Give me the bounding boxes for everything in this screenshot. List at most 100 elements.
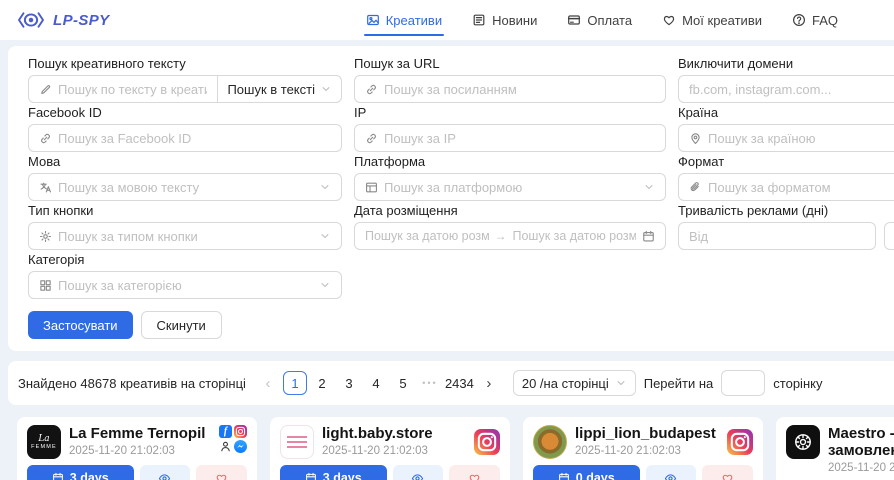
- layout-icon: [365, 181, 378, 194]
- avatar-text: FEMME: [31, 444, 57, 450]
- creative-card-maestro[interactable]: Maestro - кухні, ме замовлення в Ужго 20…: [776, 417, 894, 480]
- page-button-2[interactable]: 2: [310, 371, 334, 395]
- avatar-logo: [287, 436, 307, 448]
- image-icon: [366, 13, 380, 27]
- top-navbar: LP-SPY Креативи Новини Оплата Мої креати…: [0, 0, 894, 40]
- views-button[interactable]: [646, 465, 697, 480]
- next-page-button[interactable]: ›: [477, 371, 501, 395]
- card-datetime: 2025-11-20 21:02:03: [575, 444, 719, 458]
- apply-button[interactable]: Застосувати: [28, 311, 133, 339]
- exclude-domains-input[interactable]: [689, 82, 894, 97]
- nav-tab-creatives[interactable]: Креативи: [366, 0, 442, 40]
- page-button-3[interactable]: 3: [337, 371, 361, 395]
- country-input-wrap[interactable]: [678, 124, 894, 152]
- eye-icon: [158, 472, 171, 480]
- lp-spy-eye-icon: [16, 10, 46, 30]
- page-button-4[interactable]: 4: [364, 371, 388, 395]
- facebook-icon: f: [219, 425, 232, 438]
- nav-tab-payment[interactable]: Оплата: [567, 0, 632, 40]
- days-active-button[interactable]: 3 days: [280, 465, 387, 480]
- field-label: Країна: [678, 105, 894, 121]
- news-icon: [472, 13, 486, 27]
- chevron-down-icon: [320, 83, 332, 95]
- platform-select[interactable]: [354, 173, 666, 201]
- country-input[interactable]: [708, 131, 894, 146]
- card-title: La Femme Ternopil: [69, 425, 211, 442]
- platform-select-input[interactable]: [384, 180, 637, 195]
- instagram-icon: [234, 425, 247, 438]
- language-select-input[interactable]: [58, 180, 313, 195]
- field-label: Пошук за URL: [354, 56, 666, 72]
- creative-text-input[interactable]: [58, 82, 207, 97]
- duration-to-wrap[interactable]: [884, 222, 894, 250]
- page-button-last[interactable]: 2434: [445, 371, 474, 395]
- app-logo[interactable]: LP-SPY: [16, 10, 110, 30]
- creative-text-input-wrap[interactable]: [29, 76, 217, 102]
- facebook-id-input-wrap[interactable]: [28, 124, 342, 152]
- url-input-wrap[interactable]: [354, 75, 666, 103]
- prev-page-button[interactable]: ‹: [256, 371, 280, 395]
- duration-from-wrap[interactable]: [678, 222, 876, 250]
- button-type-select[interactable]: [28, 222, 342, 250]
- text-search-mode-select[interactable]: Пошук в тексті: [217, 76, 341, 102]
- card-datetime: 2025-11-20 21:02:03: [69, 444, 211, 458]
- button-type-select-input[interactable]: [58, 229, 313, 244]
- page-size-select[interactable]: 20 /на сторінці: [513, 370, 636, 396]
- page-button-1[interactable]: 1: [283, 371, 307, 395]
- app-logo-text: LP-SPY: [53, 12, 110, 29]
- creative-card-light-baby[interactable]: light.baby.store 2025-11-20 21:02:03 3 d…: [270, 417, 510, 480]
- results-toolbar: Знайдено 48678 креативів на сторінці ‹ 1…: [8, 361, 894, 405]
- link-icon: [365, 83, 378, 96]
- days-active-button[interactable]: 3 days: [27, 465, 134, 480]
- goto-page-input[interactable]: [721, 370, 765, 396]
- days-active-button[interactable]: 0 days: [533, 465, 640, 480]
- pagination: ‹ 1 2 3 4 5 ••• 2434 ›: [256, 371, 501, 395]
- reset-button[interactable]: Скинути: [141, 311, 222, 339]
- filter-button-type: Тип кнопки: [28, 203, 342, 250]
- pagination-ellipsis[interactable]: •••: [418, 371, 442, 395]
- category-select[interactable]: [28, 271, 342, 299]
- heart-icon: [468, 472, 481, 480]
- favorite-button[interactable]: [449, 465, 500, 480]
- nav-label-creatives: Креативи: [386, 13, 442, 28]
- date-end-input[interactable]: [513, 229, 637, 243]
- nav-tab-faq[interactable]: FAQ: [792, 0, 838, 40]
- format-input[interactable]: [708, 180, 894, 195]
- goto-page: Перейти на сторінку: [644, 370, 823, 396]
- creative-card-lippi-lion[interactable]: lippi_lion_budapest 2025-11-20 21:02:03 …: [523, 417, 763, 480]
- duration-from-input[interactable]: [689, 229, 865, 244]
- page-button-5[interactable]: 5: [391, 371, 415, 395]
- favorite-button[interactable]: [196, 465, 247, 480]
- nav-label-faq: FAQ: [812, 13, 838, 28]
- field-label: Мова: [28, 154, 342, 170]
- filter-placement-date: Дата розміщення →: [354, 203, 666, 250]
- date-start-input[interactable]: [365, 229, 489, 243]
- filter-creative-text: Пошук креативного тексту Пошук в тексті: [28, 56, 342, 103]
- placement-date-range-picker[interactable]: →: [354, 222, 666, 250]
- favorite-button[interactable]: [702, 465, 753, 480]
- card-title-line2: замовлення в Ужго: [828, 442, 894, 459]
- format-input-wrap[interactable]: [678, 173, 894, 201]
- field-label: Тривалість реклами (дні): [678, 203, 894, 219]
- ip-input[interactable]: [384, 131, 655, 146]
- ip-input-wrap[interactable]: [354, 124, 666, 152]
- filter-url: Пошук за URL: [354, 56, 666, 103]
- nav-tab-news[interactable]: Новини: [472, 0, 537, 40]
- category-select-input[interactable]: [58, 278, 313, 293]
- lion-avatar: [533, 425, 567, 459]
- card-title: light.baby.store: [322, 425, 466, 442]
- instagram-icon: [727, 429, 753, 455]
- eye-icon: [411, 472, 424, 480]
- eye-icon: [664, 472, 677, 480]
- exclude-domains-input-wrap[interactable]: [678, 75, 894, 103]
- language-select[interactable]: [28, 173, 342, 201]
- facebook-f: f: [224, 426, 227, 437]
- facebook-id-input[interactable]: [58, 131, 331, 146]
- calendar-icon: [52, 472, 64, 480]
- views-button[interactable]: [140, 465, 191, 480]
- creative-card-la-femme[interactable]: La FEMME La Femme Ternopil 2025-11-20 21…: [17, 417, 257, 480]
- url-input[interactable]: [384, 82, 655, 97]
- views-button[interactable]: [393, 465, 444, 480]
- question-circle-icon: [792, 13, 806, 27]
- nav-tab-my-creatives[interactable]: Мої креативи: [662, 0, 762, 40]
